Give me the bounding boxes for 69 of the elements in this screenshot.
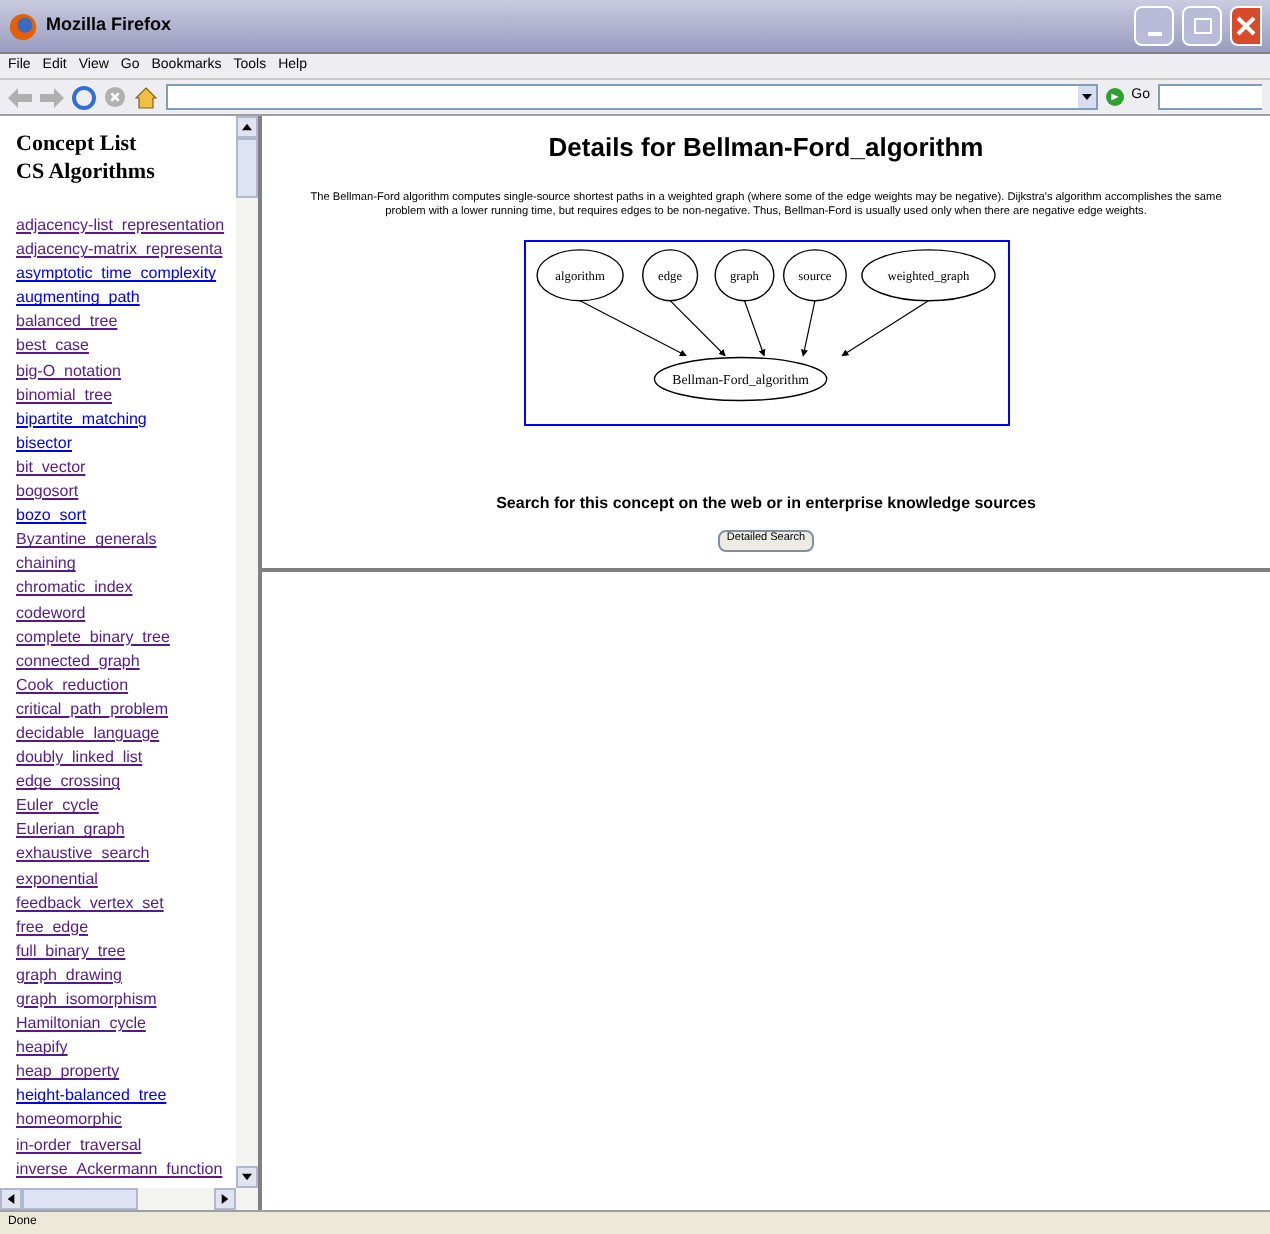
concept-link[interactable]: Euler_cycle <box>16 794 236 819</box>
stop-icon[interactable] <box>104 86 126 108</box>
horizontal-scrollbar[interactable] <box>0 1188 258 1210</box>
scroll-down-button[interactable] <box>236 1166 258 1188</box>
concept-link[interactable]: decidable_language <box>16 721 236 747</box>
left-triangle-icon[interactable] <box>6 1194 16 1204</box>
concept-link[interactable]: height-balanced_tree <box>16 1084 236 1109</box>
concept-link[interactable]: homeomorphic <box>16 1108 236 1134</box>
concept-link[interactable]: bisector <box>16 431 236 456</box>
concept-link[interactable]: in-order_traversal <box>16 1133 236 1158</box>
concept-link[interactable]: Hamiltonian_cycle <box>16 1012 236 1037</box>
concept-link[interactable]: free_edge <box>16 915 236 940</box>
concept-link[interactable]: Eulerian_graph <box>16 818 236 843</box>
vertical-scrollbar[interactable] <box>236 116 258 1188</box>
close-button[interactable] <box>1230 6 1262 46</box>
browser-logo-icon <box>8 11 38 41</box>
concept-link[interactable]: bit_vector <box>16 455 236 481</box>
concept-link[interactable]: heap_property <box>16 1060 236 1085</box>
concept-link[interactable]: graph_drawing <box>16 963 236 988</box>
search-prompt: Search for this concept on the web or in enterprise knowledge sources <box>496 491 1036 515</box>
concept-link[interactable]: bozo_sort <box>16 504 236 529</box>
concept-link[interactable]: best_case <box>16 334 236 360</box>
go-arrow-icon[interactable] <box>1105 88 1124 106</box>
graph-arrow <box>800 299 815 356</box>
concept-link[interactable]: chaining <box>16 552 236 577</box>
concept-link[interactable]: augmenting_path <box>16 286 236 311</box>
home-icon[interactable] <box>134 85 158 109</box>
up-triangle-icon[interactable] <box>242 122 252 132</box>
concept-link[interactable]: adjacency-matrix_representa <box>16 238 236 263</box>
concept-link[interactable]: adjacency-list_representation <box>16 214 236 239</box>
address-field[interactable] <box>166 84 1098 110</box>
concept-link[interactable]: inverse_Ackermann_function <box>16 1157 236 1182</box>
scroll-up-button[interactable] <box>236 116 258 138</box>
concept-link[interactable]: asymptotic_time_complexity <box>16 262 236 287</box>
search-field[interactable] <box>1158 84 1262 110</box>
concept-link[interactable]: binomial_tree <box>16 383 236 408</box>
sidebar-subtitle: CS Algorithms <box>16 158 157 186</box>
right-triangle-icon[interactable] <box>220 1194 230 1204</box>
page-heading: Details for Bellman-Ford_algorithm <box>548 130 984 166</box>
concept-link[interactable]: feedback_vertex_set <box>16 891 236 916</box>
concept-link[interactable]: exhaustive_search <box>16 842 236 868</box>
concept-link[interactable]: connected_graph <box>16 649 236 674</box>
concept-link[interactable]: bipartite_matching <box>16 407 236 432</box>
concept-link[interactable]: big-O_notation <box>16 359 236 384</box>
concept-link[interactable]: doubly_linked_list <box>16 746 236 771</box>
window-title: Mozilla Firefox <box>46 12 172 39</box>
scroll-left-button[interactable] <box>0 1188 22 1210</box>
scroll-right-button[interactable] <box>214 1188 236 1210</box>
close-icon <box>1236 16 1256 36</box>
concept-link[interactable]: exponential <box>16 867 236 892</box>
scroll-thumb[interactable] <box>236 138 258 198</box>
graph-arrow <box>840 299 929 356</box>
concept-link[interactable]: heapify <box>16 1036 236 1061</box>
concept-link[interactable]: full_binary_tree <box>16 939 236 964</box>
concept-link[interactable]: chromatic_index <box>16 576 236 601</box>
concept-link[interactable]: codeword <box>16 601 236 626</box>
reload-icon[interactable] <box>72 85 96 109</box>
sidebar-title: Concept List <box>16 130 139 158</box>
concept-link[interactable]: bogosort <box>16 480 236 505</box>
concept-link[interactable]: graph_isomorphism <box>16 988 236 1013</box>
scroll-thumb[interactable] <box>22 1188 138 1210</box>
concept-link[interactable]: balanced_tree <box>16 310 236 335</box>
graph-arrow <box>742 299 765 356</box>
concept-link[interactable]: complete_binary_tree <box>16 625 236 650</box>
concept-link[interactable]: Cook_reduction <box>16 673 236 698</box>
concept-link[interactable]: critical_path_problem <box>16 697 236 722</box>
down-triangle-icon[interactable] <box>242 1172 252 1182</box>
concept-link[interactable]: edge_crossing <box>16 770 236 795</box>
concept-link[interactable]: Byzantine_generals <box>16 528 236 553</box>
